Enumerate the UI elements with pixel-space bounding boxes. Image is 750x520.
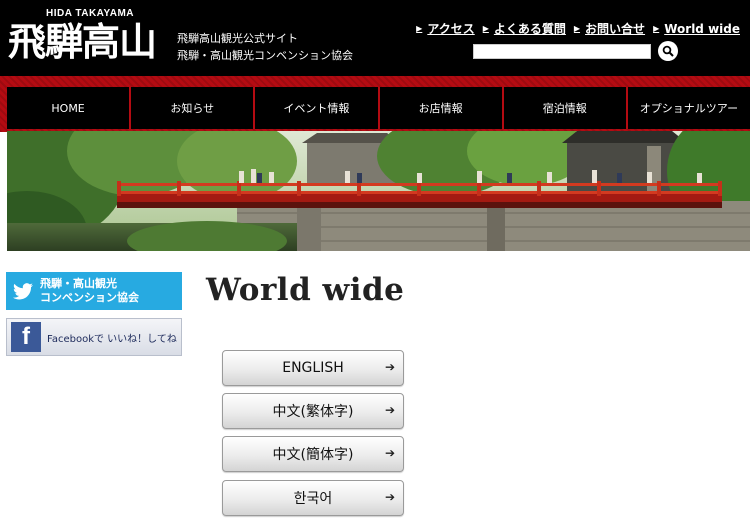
triangle-right-icon: ▶ [416, 24, 423, 33]
triangle-right-icon: ▶ [482, 24, 489, 33]
faq-link-label: よくある質問 [493, 22, 566, 36]
facebook-banner[interactable]: f Facebookで いいね！してね [6, 318, 182, 356]
contact-link[interactable]: ▶ お問い合せ [574, 20, 645, 37]
facebook-banner-text: Facebookで いいね！してね [47, 333, 177, 345]
language-button-label: 한국어 [293, 491, 333, 507]
site-description-line2: 飛騨・高山観光コンベンション協会 [177, 49, 353, 62]
arrow-right-icon: ➔ [384, 360, 395, 374]
page-title: World wide [206, 272, 405, 308]
language-button-simplified-chinese[interactable]: 中文(簡体字) ➔ [222, 436, 404, 472]
language-button-korean[interactable]: 한국어 ➔ [222, 480, 404, 516]
logo-subtitle: HIDA TAKAYAMA [46, 8, 134, 19]
nav-item-events[interactable]: イベント情報 [255, 87, 380, 129]
nav-item-news[interactable]: お知らせ [131, 87, 256, 129]
facebook-icon: f [11, 322, 41, 352]
world-wide-link-label: World wide [664, 21, 740, 36]
search-button[interactable] [658, 41, 678, 61]
access-link[interactable]: ▶ アクセス [416, 20, 475, 37]
search-bar [473, 41, 678, 61]
twitter-banner-text: 飛騨・高山観光 コンベンション協会 [40, 277, 139, 305]
red-bridge-photo [7, 131, 750, 251]
main-nav: HOME お知らせ イベント情報 お店情報 宿泊情報 オプショナルツアー [7, 87, 750, 129]
search-input[interactable] [473, 43, 651, 59]
language-button-english[interactable]: ENGLISH ➔ [222, 350, 404, 386]
language-button-label: 中文(繁体字) [272, 404, 354, 420]
twitter-banner-line2: コンベンション協会 [40, 291, 139, 304]
hero-image [7, 131, 750, 251]
twitter-icon [6, 282, 40, 300]
language-button-traditional-chinese[interactable]: 中文(繁体字) ➔ [222, 393, 404, 429]
faq-link[interactable]: ▶ よくある質問 [483, 20, 566, 37]
triangle-right-icon: ▶ [573, 24, 581, 33]
nav-item-optional-tours[interactable]: オプショナルツアー [628, 87, 750, 129]
site-description-line1: 飛騨高山観光公式サイト [177, 32, 298, 45]
language-button-label: 中文(簡体字) [272, 447, 354, 463]
nav-item-lodging[interactable]: 宿泊情報 [504, 87, 628, 129]
language-button-label: ENGLISH [282, 360, 344, 376]
utility-nav: ▶ アクセス ▶ よくある質問 ▶ お問い合せ ▶ World wide [416, 20, 740, 37]
twitter-banner-line1: 飛騨・高山観光 [40, 277, 117, 290]
access-link-label: アクセス [427, 22, 475, 36]
search-icon [662, 45, 674, 57]
twitter-banner[interactable]: 飛騨・高山観光 コンベンション協会 [6, 272, 182, 310]
triangle-right-icon: ▶ [653, 24, 660, 33]
site-header: HIDA TAKAYAMA 飛騨高山 飛騨高山観光公式サイト 飛騨・高山観光コン… [0, 0, 750, 76]
world-wide-link[interactable]: ▶ World wide [653, 20, 740, 37]
contact-link-label: お問い合せ [585, 22, 646, 36]
site-logo[interactable]: 飛騨高山 [8, 20, 157, 64]
arrow-right-icon: ➔ [384, 403, 395, 417]
nav-item-shops[interactable]: お店情報 [380, 87, 504, 129]
arrow-right-icon: ➔ [384, 490, 395, 504]
site-description: 飛騨高山観光公式サイト 飛騨・高山観光コンベンション協会 [177, 30, 353, 64]
arrow-right-icon: ➔ [384, 446, 395, 460]
nav-item-home[interactable]: HOME [7, 87, 132, 129]
